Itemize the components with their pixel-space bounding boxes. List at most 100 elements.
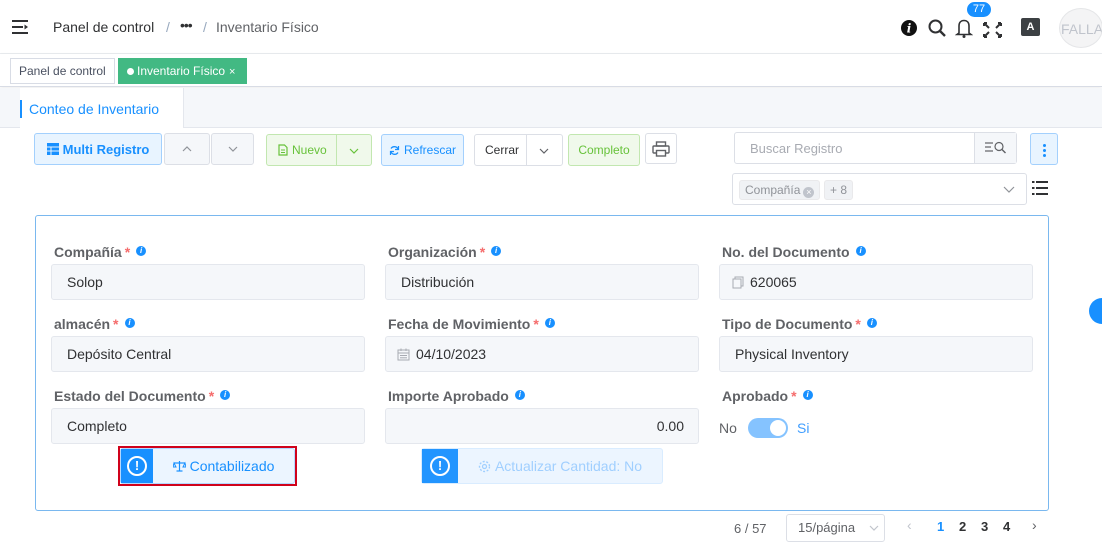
- info-icon[interactable]: i: [220, 390, 231, 400]
- table-icon: [46, 143, 59, 155]
- avatar[interactable]: FALLA: [1059, 8, 1102, 48]
- document-icon: [278, 144, 288, 156]
- translate-icon[interactable]: A: [1021, 18, 1040, 36]
- chevron-down-icon: [228, 146, 237, 152]
- tags-view: Panel de control Inventario Físico ×: [0, 54, 1102, 87]
- previous-record-button[interactable]: [164, 133, 210, 165]
- cerrar-label: Cerrar: [485, 143, 520, 157]
- compania-field[interactable]: Solop: [51, 264, 365, 300]
- page-2[interactable]: 2: [959, 519, 966, 534]
- no-documento-field[interactable]: 620065: [719, 264, 1033, 300]
- estado-documento-label: Estado del Documento * i: [54, 388, 231, 404]
- switch-off-label: No: [719, 420, 737, 436]
- info-icon[interactable]: i: [855, 246, 866, 256]
- importe-aprobado-label: Importe Aprobado i: [388, 388, 525, 404]
- more-options-button[interactable]: [1030, 133, 1058, 165]
- tag-inventario-fisico[interactable]: Inventario Físico ×: [118, 58, 248, 84]
- breadcrumb-current: Inventario Físico: [216, 19, 319, 35]
- multi-registro-button[interactable]: Multi Registro: [34, 133, 162, 165]
- tab-strip: Conteo de Inventario: [0, 88, 1102, 128]
- search-input[interactable]: [735, 133, 975, 163]
- refrescar-button[interactable]: Refrescar: [381, 134, 464, 166]
- organizacion-label: Organización * i: [388, 244, 502, 260]
- fullscreen-icon[interactable]: [983, 14, 1002, 42]
- switch-on-label: Si: [797, 420, 810, 436]
- page-size-value: 15/página: [798, 520, 856, 535]
- chevron-down-icon: [1003, 186, 1015, 193]
- info-icon[interactable]: i: [544, 318, 555, 328]
- bell-icon[interactable]: [955, 14, 973, 42]
- active-dot-icon: [127, 68, 134, 75]
- copy-document-icon: [732, 276, 744, 289]
- actualizar-cantidad-label: Actualizar Cantidad: No: [494, 458, 643, 474]
- tipo-documento-field[interactable]: Physical Inventory: [719, 336, 1033, 372]
- chevron-down-icon: [869, 525, 879, 531]
- printer-icon: [652, 140, 670, 157]
- close-icon[interactable]: ×: [229, 66, 235, 78]
- info-icon[interactable]: i: [491, 246, 502, 256]
- alert-icon: !: [422, 449, 458, 483]
- info-icon[interactable]: i: [514, 390, 525, 400]
- breadcrumb-separator: /: [166, 19, 170, 35]
- filter-select[interactable]: Compañía × + 8: [732, 173, 1027, 205]
- importe-aprobado-field[interactable]: 0.00: [385, 408, 699, 444]
- tag-label: Inventario Físico: [137, 64, 226, 78]
- page-4[interactable]: 4: [1003, 519, 1010, 534]
- filter-chip-compania[interactable]: Compañía ×: [739, 180, 821, 200]
- aprobado-label: Aprobado * i: [722, 388, 813, 404]
- next-record-button[interactable]: [211, 133, 254, 165]
- completo-label: Completo: [578, 143, 630, 157]
- breadcrumb-ellipsis[interactable]: •••: [180, 17, 193, 33]
- tipo-documento-label: Tipo de Documento * i: [722, 316, 877, 332]
- previous-page-button[interactable]: ‹: [907, 517, 912, 533]
- search-icon[interactable]: [927, 14, 947, 42]
- completo-button[interactable]: Completo: [568, 134, 640, 166]
- filter-more-chip: + 8: [824, 180, 854, 200]
- no-documento-label: No. del Documento i: [722, 244, 866, 260]
- page-3[interactable]: 3: [981, 519, 988, 534]
- page-1[interactable]: 1: [937, 519, 944, 534]
- refresh-icon: [389, 145, 400, 155]
- chevron-down-icon[interactable]: [348, 147, 360, 155]
- fecha-movimiento-label: Fecha de Movimiento * i: [388, 316, 555, 332]
- fecha-movimiento-field[interactable]: 04/10/2023: [385, 336, 699, 372]
- info-icon[interactable]: i: [136, 246, 147, 256]
- list-icon[interactable]: [1032, 180, 1048, 196]
- refrescar-label: Refrescar: [403, 143, 456, 157]
- info-icon[interactable]: i: [900, 14, 918, 42]
- search-button[interactable]: [974, 133, 1016, 163]
- filter-chip-label: Compañía: [745, 183, 801, 197]
- breadcrumb-home[interactable]: Panel de control: [53, 19, 154, 35]
- chevron-down-icon[interactable]: [538, 147, 550, 155]
- chevron-up-icon: [182, 146, 192, 152]
- multi-registro-label: Multi Registro: [62, 141, 150, 157]
- close-icon[interactable]: ×: [803, 187, 815, 198]
- top-navbar: Panel de control / ••• / Inventario Físi…: [0, 0, 1102, 54]
- organizacion-field[interactable]: Distribución: [385, 264, 699, 300]
- nuevo-label: Nuevo: [292, 143, 327, 157]
- page-size-select[interactable]: 15/página: [786, 514, 885, 542]
- cerrar-button[interactable]: Cerrar: [474, 134, 563, 166]
- breadcrumb-separator: /: [203, 19, 207, 35]
- compania-label: Compañía * i: [54, 244, 147, 260]
- tab-conteo-de-inventario[interactable]: Conteo de Inventario: [20, 88, 184, 128]
- aprobado-switch[interactable]: [748, 418, 788, 438]
- svg-text:i: i: [907, 22, 912, 36]
- next-page-button[interactable]: ›: [1032, 517, 1037, 533]
- print-button[interactable]: [645, 133, 677, 164]
- tag-panel-de-control[interactable]: Panel de control: [10, 58, 115, 84]
- info-icon[interactable]: i: [866, 318, 877, 328]
- search-list-icon: [984, 141, 1006, 154]
- almacen-field[interactable]: Depósito Central: [51, 336, 365, 372]
- info-icon[interactable]: i: [802, 390, 813, 400]
- info-icon[interactable]: i: [124, 318, 135, 328]
- nuevo-button[interactable]: Nuevo: [266, 134, 372, 166]
- calendar-icon: [397, 348, 410, 361]
- sidebar-toggle-icon[interactable]: [12, 19, 28, 35]
- estado-documento-field[interactable]: Completo: [51, 408, 365, 444]
- search-box: [734, 132, 1017, 164]
- highlight-box: [118, 446, 297, 486]
- actualizar-cantidad-button[interactable]: ! Actualizar Cantidad: No: [421, 448, 663, 484]
- floating-action-button[interactable]: [1089, 298, 1102, 324]
- tag-label: Panel de control: [19, 64, 106, 78]
